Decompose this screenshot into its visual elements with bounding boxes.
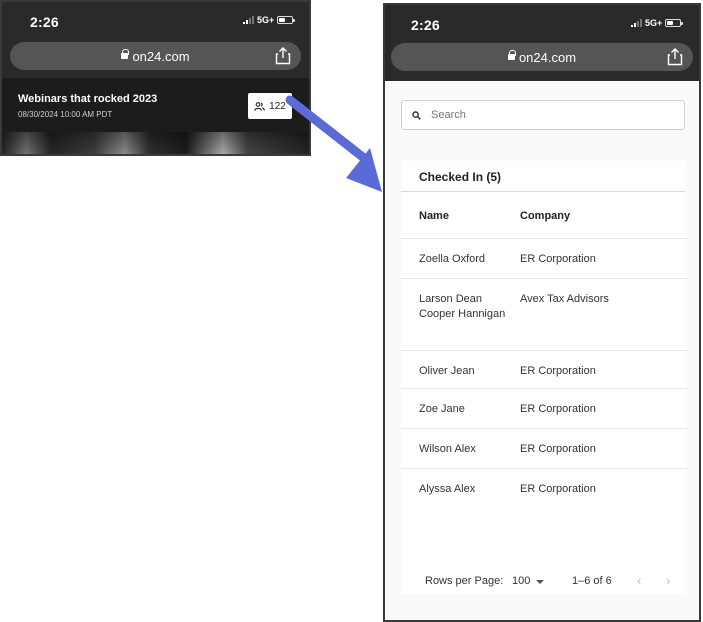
address-bar[interactable]: on24.com bbox=[10, 42, 301, 70]
network-label: 5G+ bbox=[645, 18, 663, 28]
url-text: on24.com bbox=[132, 48, 190, 64]
share-icon[interactable] bbox=[275, 47, 291, 65]
video-preview bbox=[2, 132, 309, 154]
url-text: on24.com bbox=[518, 49, 577, 65]
row-name: Alyssa Alex bbox=[419, 483, 476, 495]
signal-icon bbox=[631, 19, 642, 27]
row-name: Wilson Alex bbox=[419, 443, 476, 455]
table-row[interactable]: Oliver Jean ER Corporation bbox=[401, 350, 689, 388]
prev-page-button[interactable]: ‹ bbox=[637, 573, 641, 588]
table-row[interactable]: Larson Dean Cooper Hannigan Avex Tax Adv… bbox=[401, 278, 689, 350]
rows-per-page-select[interactable]: 100 bbox=[512, 575, 530, 587]
status-indicators: 5G+ bbox=[243, 15, 296, 25]
webinar-date: 08/30/2024 10:00 AM PDT bbox=[18, 110, 113, 119]
rows-per-page-label: Rows per Page: bbox=[425, 575, 504, 587]
row-company: ER Corporation bbox=[520, 253, 596, 265]
card-header: Checked In (5) bbox=[401, 161, 685, 192]
battery-icon bbox=[277, 16, 296, 24]
table-row[interactable]: Zoella Oxford ER Corporation bbox=[401, 238, 689, 278]
column-header-company[interactable]: Company bbox=[520, 210, 570, 222]
row-company: Avex Tax Advisors bbox=[520, 293, 609, 305]
search-icon bbox=[412, 110, 421, 120]
lock-icon bbox=[121, 49, 130, 61]
table-row[interactable]: Alyssa Alex ER Corporation bbox=[401, 468, 689, 508]
right-phone-screenshot: 2:26 5G+ on24.com Search Checked In (5) bbox=[383, 3, 701, 622]
signal-icon bbox=[243, 16, 254, 24]
checked-in-title: Checked In (5) bbox=[419, 170, 502, 184]
page-content: Search Checked In (5) Name Company Zoell… bbox=[385, 81, 699, 620]
share-icon[interactable] bbox=[667, 48, 683, 66]
lock-icon bbox=[507, 50, 516, 62]
next-page-button[interactable]: › bbox=[666, 573, 670, 588]
row-name: Oliver Jean bbox=[419, 365, 475, 377]
pagination-footer: Rows per Page: 100 1–6 of 6 ‹ › bbox=[401, 571, 685, 593]
table-row[interactable]: Wilson Alex ER Corporation bbox=[401, 428, 689, 468]
status-time: 2:26 bbox=[411, 17, 440, 33]
page-range: 1–6 of 6 bbox=[572, 575, 612, 587]
row-name: Zoe Jane bbox=[419, 403, 465, 415]
row-company: ER Corporation bbox=[520, 483, 596, 495]
search-placeholder: Search bbox=[431, 109, 466, 121]
column-header-name[interactable]: Name bbox=[419, 210, 449, 222]
left-phone-screenshot: 2:26 5G+ on24.com Webinars that rocked 2… bbox=[0, 0, 311, 156]
row-company: ER Corporation bbox=[520, 403, 596, 415]
status-bar: 2:26 5G+ bbox=[385, 5, 699, 43]
row-name: Zoella Oxford bbox=[419, 253, 486, 265]
row-name: Larson Dean Cooper Hannigan bbox=[419, 293, 506, 320]
webinar-title: Webinars that rocked 2023 bbox=[18, 93, 158, 105]
status-indicators: 5G+ bbox=[631, 18, 684, 28]
table-row[interactable]: Zoe Jane ER Corporation bbox=[401, 388, 689, 428]
webinar-header: Webinars that rocked 2023 08/30/2024 10:… bbox=[2, 78, 309, 132]
status-time: 2:26 bbox=[30, 14, 59, 30]
battery-icon bbox=[665, 19, 684, 27]
row-company: ER Corporation bbox=[520, 443, 596, 455]
search-input[interactable]: Search bbox=[401, 100, 685, 130]
caret-down-icon[interactable] bbox=[536, 580, 544, 584]
row-company: ER Corporation bbox=[520, 365, 596, 377]
network-label: 5G+ bbox=[257, 15, 275, 25]
status-bar: 2:26 5G+ bbox=[2, 2, 309, 40]
people-icon bbox=[254, 101, 266, 111]
checked-in-card: Checked In (5) Name Company Zoella Oxfor… bbox=[401, 161, 689, 594]
address-bar[interactable]: on24.com bbox=[391, 43, 693, 71]
